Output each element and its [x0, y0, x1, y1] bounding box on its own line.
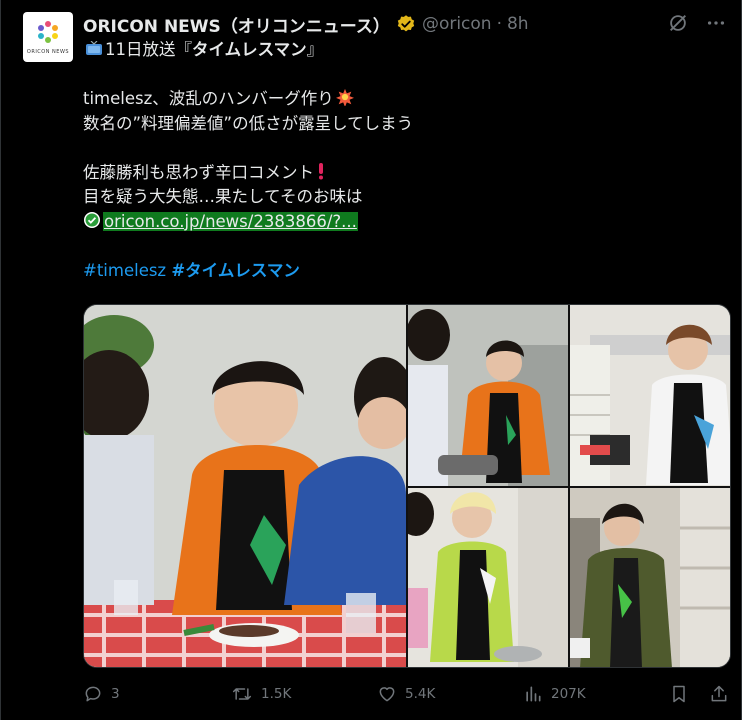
- reply-icon: [85, 686, 101, 702]
- photo-5[interactable]: [570, 488, 730, 667]
- repost-icon: [232, 688, 252, 700]
- share-icon: [711, 685, 727, 702]
- verified-badge-icon[interactable]: [396, 14, 416, 34]
- media-grid: [83, 304, 731, 668]
- repost-button[interactable]: 1.5K: [231, 684, 291, 704]
- like-count: 5.4K: [405, 686, 436, 702]
- views-count: 207K: [551, 686, 586, 702]
- text-line-2: timelesz、波乱のハンバーグ作り: [83, 87, 723, 112]
- exclamation-icon: [316, 162, 326, 188]
- post-top-actions: [667, 12, 727, 34]
- hashtag-timelessman[interactable]: #タイムレスマン: [171, 261, 300, 280]
- article-link[interactable]: oricon.co.jp/news/2383866/?...: [103, 211, 358, 231]
- hashtag-timelesz[interactable]: #timelesz: [83, 261, 166, 280]
- photo-4[interactable]: [408, 488, 568, 667]
- tv-icon: [85, 40, 103, 65]
- post-time[interactable]: 8h: [507, 14, 529, 34]
- post-text: 11日放送『タイムレスマン』 timelesz、波乱のハンバーグ作り 数名の”料…: [83, 38, 723, 283]
- post-header: ORICON NEWS（オリコンニュース） @oricon · 8h: [83, 12, 529, 37]
- share-button[interactable]: [709, 684, 729, 704]
- text-line-7: #timelesz #タイムレスマン: [83, 259, 723, 284]
- oricon-logo-icon: [38, 21, 58, 43]
- more-icon[interactable]: [705, 12, 727, 34]
- grok-icon[interactable]: [667, 12, 689, 34]
- author-name[interactable]: ORICON NEWS（オリコンニュース）: [83, 12, 390, 37]
- program-title: タイムレスマン: [192, 40, 307, 59]
- reply-count: 3: [111, 686, 120, 702]
- photo-1[interactable]: [84, 305, 406, 667]
- like-button[interactable]: 5.4K: [377, 684, 435, 704]
- post-card[interactable]: ORICON NEWS ORICON NEWS（オリコンニュース） @orico…: [0, 0, 742, 720]
- views-icon: [526, 686, 541, 702]
- separator: ·: [496, 14, 502, 34]
- text-line-5: 目を疑う大失態…果たしてそのお味は: [83, 187, 363, 206]
- like-icon: [379, 687, 395, 702]
- bookmark-icon: [673, 685, 685, 703]
- avatar-label: ORICON NEWS: [26, 49, 70, 55]
- photo-3[interactable]: [570, 305, 730, 486]
- text-line-3: 数名の”料理偏差値”の低さが露呈してしまう: [83, 113, 414, 133]
- photo-2[interactable]: [408, 305, 568, 486]
- repost-count: 1.5K: [261, 686, 292, 702]
- bookmark-button[interactable]: [669, 684, 689, 704]
- avatar[interactable]: ORICON NEWS: [23, 12, 73, 62]
- collision-icon: [335, 88, 354, 114]
- post-actions: 3 1.5K 5.4K 207K: [83, 684, 731, 710]
- text-line-4: 佐藤勝利も思わず辛口コメント: [83, 161, 723, 186]
- author-handle[interactable]: @oricon: [422, 14, 492, 34]
- views-button[interactable]: 207K: [523, 684, 586, 704]
- text-line-1: 11日放送『タイムレスマン』: [83, 38, 723, 63]
- text-line-6: oricon.co.jp/news/2383866/?...: [83, 210, 723, 235]
- check-icon: [83, 211, 101, 237]
- reply-button[interactable]: 3: [83, 684, 120, 704]
